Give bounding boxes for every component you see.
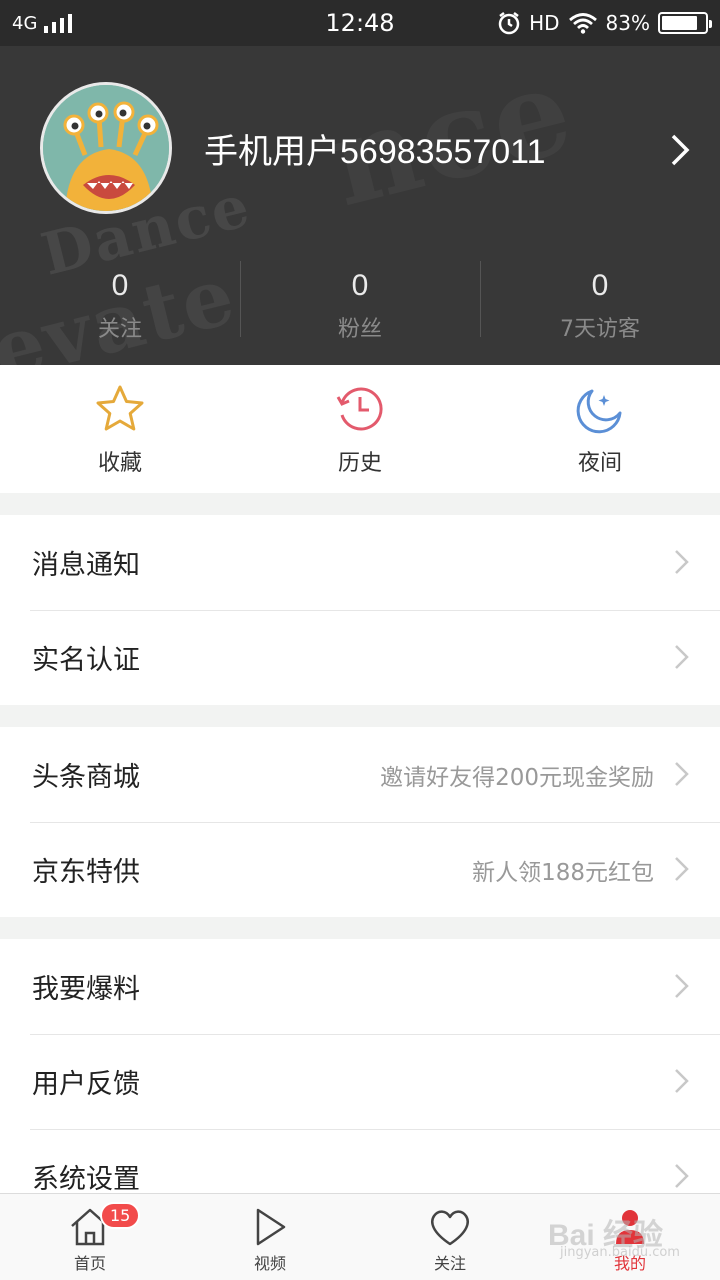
status-left: 4G (12, 13, 73, 34)
favorites-label: 收藏 (97, 451, 142, 476)
profile-header[interactable]: Dance evate nce 手机用户56983557011 0 关注 0 粉… (0, 46, 720, 365)
notification-badge: 15 (100, 1202, 141, 1229)
menu-item-notifications[interactable]: 消息通知 (0, 515, 720, 610)
chevron-right-icon (675, 550, 689, 574)
status-bar: 4G 12:48 HD 83% (0, 0, 720, 46)
menu-label: 京东特供 (32, 857, 140, 888)
battery-fill (662, 16, 697, 30)
battery-percent: 83% (605, 11, 650, 35)
watermark-url: jingyan.baidu.com (560, 1245, 680, 1260)
menu-item-report-tip[interactable]: 我要爆料 (0, 939, 720, 1034)
chevron-right-icon (675, 857, 689, 881)
menu-label: 系统设置 (32, 1164, 140, 1195)
chevron-right-icon (675, 1069, 689, 1093)
stat-label: 粉丝 (337, 317, 382, 342)
night-mode-label: 夜间 (577, 451, 622, 476)
menu-item-feedback[interactable]: 用户反馈 (0, 1034, 720, 1129)
menu-item-jd-special[interactable]: 京东特供 新人领188元红包 (0, 822, 720, 917)
menu-group-account: 消息通知 实名认证 (0, 515, 720, 705)
network-type: 4G (12, 12, 38, 34)
menu-hint: 邀请好友得200元现金奖励 (380, 764, 654, 791)
monster-avatar-icon (43, 85, 169, 211)
menu-group-misc: 我要爆料 用户反馈 系统设置 (0, 939, 720, 1224)
heart-icon (431, 1210, 469, 1246)
moon-icon (576, 389, 622, 434)
play-icon (256, 1208, 286, 1246)
favorites-button[interactable]: 收藏 (0, 365, 240, 493)
avatar[interactable] (40, 82, 172, 214)
menu-label: 实名认证 (32, 645, 140, 676)
chevron-right-icon (675, 762, 689, 786)
tab-following[interactable]: 关注 (360, 1194, 540, 1280)
chevron-right-icon[interactable] (665, 130, 695, 170)
night-mode-button[interactable]: 夜间 (480, 365, 720, 493)
tab-label: 关注 (433, 1254, 466, 1273)
profile-stats: 0 关注 0 粉丝 0 7天访客 (0, 261, 720, 361)
wifi-icon (568, 13, 597, 34)
history-button[interactable]: 历史 (240, 365, 480, 493)
menu-label: 头条商城 (32, 762, 140, 793)
battery-icon (658, 12, 712, 34)
menu-item-toutiao-mall[interactable]: 头条商城 邀请好友得200元现金奖励 (0, 727, 720, 822)
menu-item-verification[interactable]: 实名认证 (0, 610, 720, 705)
tab-video[interactable]: 视频 (180, 1194, 360, 1280)
chevron-right-icon (675, 974, 689, 998)
tab-label: 首页 (73, 1254, 106, 1273)
star-icon (96, 385, 144, 431)
stat-followers[interactable]: 0 粉丝 (240, 261, 480, 361)
stat-visitors[interactable]: 0 7天访客 (480, 261, 720, 361)
chevron-right-icon (675, 1164, 689, 1188)
menu-label: 消息通知 (32, 550, 140, 581)
hd-label: HD (529, 11, 560, 35)
username[interactable]: 手机用户56983557011 (204, 124, 545, 173)
stat-value: 0 (111, 269, 129, 302)
menu-label: 用户反馈 (32, 1069, 140, 1100)
chevron-right-icon (675, 645, 689, 669)
history-label: 历史 (337, 451, 382, 476)
stat-following[interactable]: 0 关注 (0, 261, 240, 361)
quick-actions: 收藏 历史 夜间 (0, 365, 720, 493)
stat-value: 0 (351, 269, 369, 302)
stat-label: 7天访客 (560, 317, 640, 342)
stat-value: 0 (591, 269, 609, 302)
tab-home[interactable]: 首页 15 (0, 1194, 180, 1280)
history-icon (336, 387, 383, 431)
stat-label: 关注 (97, 317, 142, 342)
menu-group-shopping: 头条商城 邀请好友得200元现金奖励 京东特供 新人领188元红包 (0, 727, 720, 917)
tab-label: 视频 (253, 1254, 286, 1273)
menu-label: 我要爆料 (32, 974, 140, 1005)
signal-icon (44, 14, 73, 33)
alarm-icon (498, 12, 520, 35)
status-right: HD 83% (497, 11, 712, 35)
menu-hint: 新人领188元红包 (472, 859, 654, 886)
